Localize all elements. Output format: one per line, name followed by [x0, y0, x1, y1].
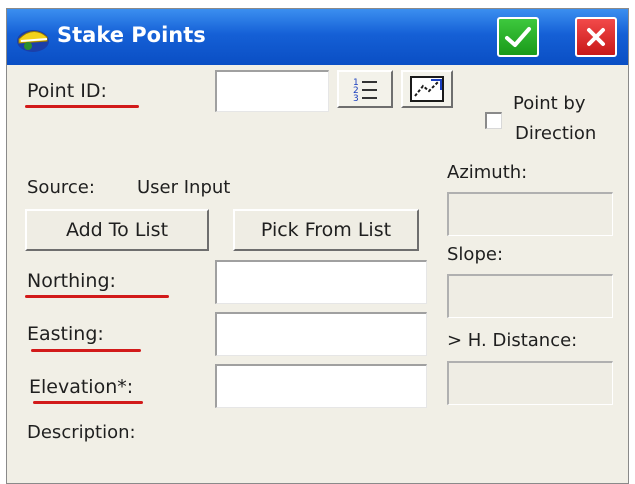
numbered-list-icon: 1 2 3 — [353, 78, 377, 104]
h-distance-field — [447, 361, 613, 405]
source-value: User Input — [137, 177, 231, 198]
stake-points-dialog: Stake Points Point ID: 1 2 3 Point by Di… — [6, 8, 629, 484]
add-to-list-button[interactable]: Add To List — [25, 209, 209, 251]
annotation-underline — [25, 295, 169, 298]
slope-field — [447, 274, 613, 318]
annotation-underline — [31, 349, 141, 352]
point-by-direction-label-line1: Point by — [513, 93, 586, 114]
annotation-underline — [33, 401, 143, 404]
point-list-button[interactable]: 1 2 3 — [337, 70, 393, 108]
map-pick-icon — [410, 76, 444, 102]
close-button[interactable] — [575, 17, 617, 57]
title-bar: Stake Points — [7, 9, 628, 65]
check-icon — [505, 27, 531, 47]
easting-label: Easting: — [27, 323, 104, 345]
svg-text:3: 3 — [353, 94, 359, 104]
point-id-input[interactable] — [215, 70, 329, 112]
azimuth-label: Azimuth: — [447, 162, 528, 183]
window-title: Stake Points — [57, 23, 206, 47]
annotation-underline — [25, 105, 139, 108]
slope-label: Slope: — [447, 244, 504, 265]
description-label: Description: — [27, 422, 136, 443]
map-pick-button[interactable] — [401, 70, 453, 108]
pick-from-list-button[interactable]: Pick From List — [233, 209, 419, 251]
close-icon — [587, 28, 605, 46]
h-distance-label: > H. Distance: — [447, 330, 578, 351]
northing-label: Northing: — [27, 270, 116, 292]
northing-input[interactable] — [215, 260, 427, 304]
easting-input[interactable] — [215, 312, 427, 356]
source-label: Source: — [27, 177, 95, 198]
surveyor-helmet-icon — [17, 30, 49, 52]
point-by-direction-label-line2: Direction — [515, 123, 597, 144]
elevation-input[interactable] — [215, 364, 427, 408]
point-id-label: Point ID: — [27, 80, 107, 102]
azimuth-field — [447, 192, 613, 236]
ok-button[interactable] — [497, 17, 539, 57]
point-by-direction-checkbox[interactable] — [485, 112, 502, 129]
elevation-label: Elevation*: — [29, 376, 134, 398]
